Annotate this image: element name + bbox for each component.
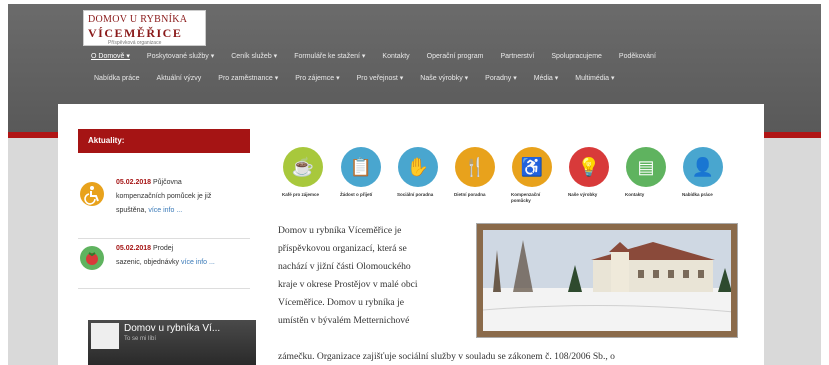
clipboard-icon: 📋	[341, 147, 381, 187]
nav-poradny[interactable]: Poradny ▾	[485, 75, 517, 82]
person-icon: 👤	[683, 147, 723, 187]
quick-link-nabidka-prace[interactable]: 👤 Nabídka práce	[680, 147, 726, 198]
nav-kontakty[interactable]: Kontakty	[382, 53, 409, 60]
news-text-b: kompenzačních pomůcek je již	[116, 193, 212, 200]
intro-line-full: zámečku. Organizace zajišťuje sociální s…	[278, 351, 615, 362]
video-subtitle: To se mi líbí	[124, 336, 157, 342]
contact-card-icon: ▤	[626, 147, 666, 187]
main-nav-row1: O Domově ▾ Poskytované služby ▾ Ceník služ…	[91, 52, 673, 60]
hand-icon: ✋	[398, 147, 438, 187]
logo-line2: VÍCEMĚŘICE	[88, 26, 183, 40]
nav-formulare[interactable]: Formuláře ke stažení ▾	[294, 53, 365, 60]
chateau-photo	[476, 223, 738, 338]
news-item: 05.02.2018 Prodej sazenic, objednávky ví…	[78, 242, 250, 282]
site-logo[interactable]: DOMOV U RYBNÍKA VÍCEMĚŘICE Příspěvková o…	[83, 10, 206, 46]
lightbulb-icon: 💡	[569, 147, 609, 187]
news-date: 05.02.2018	[116, 245, 152, 252]
news-divider	[78, 238, 250, 239]
tomato-icon	[80, 246, 104, 270]
quick-link-label: Kafé pro zájemce	[282, 192, 320, 197]
coffee-cup-icon: ☕	[283, 147, 323, 187]
quick-link-kafe[interactable]: ☕ Kafé pro zájemce	[280, 147, 326, 198]
intro-paragraph: Domov u rybníka Víceměřice je příspěvkov…	[278, 222, 478, 330]
nav-partnerstvi[interactable]: Partnerství	[500, 53, 534, 60]
intro-line: příspěvkovou organizací, která se	[278, 243, 407, 254]
nav-spolupracujeme[interactable]: Spolupracujeme	[551, 53, 602, 60]
nav-operacni-program[interactable]: Operační program	[427, 53, 484, 60]
quick-link-kompenzacni[interactable]: ♿ Kompenzační pomůcky	[509, 147, 555, 204]
news-text: 05.02.2018 Prodej sazenic, objednávky ví…	[116, 242, 256, 270]
quick-link-label: Žádost o přijetí	[340, 192, 373, 197]
aktuality-heading: Aktuality:	[78, 129, 250, 153]
quick-link-label: Sociální poradna	[397, 192, 434, 197]
news-text-c: spuštěna,	[116, 207, 147, 214]
wheelchair-icon: ♿	[512, 147, 552, 187]
intro-line: nachází v jižní části Olomouckého	[278, 261, 411, 272]
quick-link-label: Naše výrobky	[568, 192, 598, 197]
nav-pro-zajemce[interactable]: Pro zájemce ▾	[295, 75, 339, 82]
quick-link-kontakty[interactable]: ▤ Kontakty	[623, 147, 669, 198]
main-nav-row2: Nabídka práce Aktuální výzvy Pro zaměstnan…	[94, 74, 632, 82]
quick-link-socialni-poradna[interactable]: ✋ Sociální poradna	[395, 147, 441, 198]
intro-line: kraje v okrese Prostějov v malé obci	[278, 279, 418, 290]
video-title: Domov u rybníka Ví...	[124, 323, 221, 334]
nav-pro-verejnost[interactable]: Pro veřejnost ▾	[357, 75, 404, 82]
nav-podekovani[interactable]: Poděkování	[619, 53, 656, 60]
nav-multimedia[interactable]: Multimédia ▾	[575, 75, 614, 82]
quick-link-nase-vyrobky[interactable]: 💡 Naše výrobky	[566, 147, 612, 198]
news-divider	[78, 288, 250, 289]
news-text-b: sazenic, objednávky	[116, 259, 180, 266]
main-content: Aktuality: 05.02.2018 Půjčovna kompenzač…	[58, 104, 764, 365]
chateau-winter-image	[483, 230, 731, 331]
intro-line: Víceměřice. Domov u rybníka je	[278, 297, 405, 308]
nav-nase-vyrobky[interactable]: Naše výrobky ▾	[420, 75, 468, 82]
nav-aktualni-vyzvy[interactable]: Aktuální výzvy	[157, 75, 202, 82]
news-text-a: Prodej	[153, 245, 174, 252]
quick-link-label: Nabídka práce	[682, 192, 713, 197]
video-thumbnail[interactable]: Domov u rybníka Ví... To se mi líbí	[88, 320, 256, 365]
news-more-link[interactable]: více info ...	[181, 259, 215, 266]
news-text-a: Půjčovna	[153, 179, 182, 186]
quick-link-label: Kontakty	[625, 192, 645, 197]
quick-link-dietni-poradna[interactable]: 🍴 Dietní poradna	[452, 147, 498, 198]
browser-viewport: DOMOV U RYBNÍKA VÍCEMĚŘICE Příspěvková o…	[8, 4, 821, 365]
nav-cenik-sluzeb[interactable]: Ceník služeb ▾	[231, 53, 277, 60]
nav-media[interactable]: Média ▾	[534, 75, 559, 82]
video-channel-logo	[91, 323, 119, 349]
news-date: 05.02.2018	[116, 179, 152, 186]
nav-o-domove[interactable]: O Domově ▾	[91, 53, 130, 60]
news-text: 05.02.2018 Půjčovna kompenzačních pomůce…	[116, 176, 256, 218]
quick-link-label: Dietní poradna	[454, 192, 486, 197]
quick-links: ☕ Kafé pro zájemce 📋 Žádost o přijetí ✋ …	[280, 147, 740, 217]
nav-nabidka-prace[interactable]: Nabídka práce	[94, 75, 140, 82]
cutlery-icon: 🍴	[455, 147, 495, 187]
nav-pro-zamestnance[interactable]: Pro zaměstnance ▾	[218, 75, 278, 82]
quick-link-label: Kompenzační pomůcky	[511, 192, 541, 203]
nav-poskytovane-sluzby[interactable]: Poskytované služby ▾	[147, 53, 214, 60]
logo-line1: DOMOV U RYBNÍKA	[88, 14, 188, 25]
news-more-link[interactable]: více info ...	[148, 207, 182, 214]
logo-line3: Příspěvková organizace	[108, 40, 162, 46]
intro-line: Domov u rybníka Víceměřice je	[278, 225, 402, 236]
intro-line: umístěn v bývalém Metternichové	[278, 315, 410, 326]
news-item: 05.02.2018 Půjčovna kompenzačních pomůce…	[78, 176, 250, 222]
quick-link-zadost[interactable]: 📋 Žádost o přijetí	[338, 147, 384, 198]
wheelchair-icon	[80, 182, 104, 206]
